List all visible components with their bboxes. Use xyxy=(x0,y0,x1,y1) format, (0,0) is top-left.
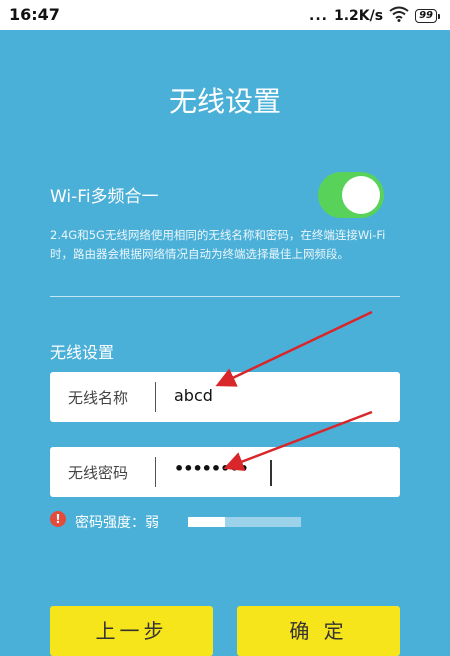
annotation-arrow xyxy=(223,410,373,471)
annotation-arrows xyxy=(215,310,373,471)
annotation-arrow xyxy=(215,310,373,387)
